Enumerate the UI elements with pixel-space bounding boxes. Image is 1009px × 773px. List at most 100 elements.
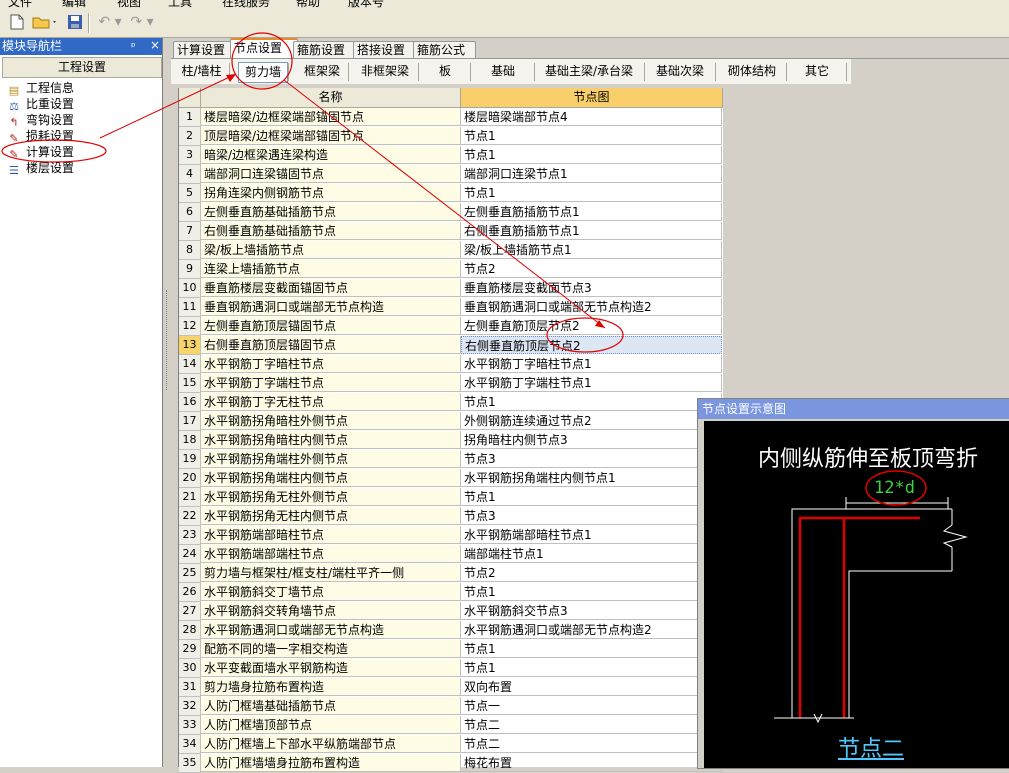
row-node-cell[interactable]: 梅花布置	[461, 754, 722, 772]
row-number[interactable]: 29	[179, 640, 201, 659]
row-number[interactable]: 30	[179, 659, 201, 678]
table-row[interactable]: 20 水平钢筋拐角端柱内侧节点 水平钢筋拐角端柱内侧节点1	[179, 469, 723, 488]
table-row[interactable]: 26 水平钢筋斜交丁墙节点 节点1	[179, 583, 723, 602]
row-number[interactable]: 8	[179, 241, 201, 260]
table-row[interactable]: 17 水平钢筋拐角暗柱外侧节点 外侧钢筋连续通过节点2	[179, 412, 723, 431]
row-number[interactable]: 9	[179, 260, 201, 279]
table-row[interactable]: 21 水平钢筋拐角无柱外侧节点 节点1	[179, 488, 723, 507]
row-number[interactable]: 26	[179, 583, 201, 602]
table-row[interactable]: 34 人防门框墙上下部水平纵筋端部节点 节点二	[179, 735, 723, 754]
menu-view[interactable]: 视图	[117, 0, 141, 8]
row-node-cell[interactable]: 外侧钢筋连续通过节点2	[461, 412, 722, 430]
row-node-cell[interactable]: 节点1	[461, 393, 722, 411]
row-number[interactable]: 31	[179, 678, 201, 697]
nav-item-1[interactable]: ⚖ 比重设置	[6, 96, 74, 113]
row-node-cell[interactable]: 左侧垂直筋插筋节点1	[461, 203, 722, 221]
row-number[interactable]: 35	[179, 754, 201, 773]
table-row[interactable]: 23 水平钢筋端部暗柱节点 水平钢筋端部暗柱节点1	[179, 526, 723, 545]
row-number[interactable]: 10	[179, 279, 201, 298]
row-number[interactable]: 11	[179, 298, 201, 317]
row-node-cell[interactable]: 节点1	[461, 640, 722, 658]
row-node-cell[interactable]: 节点1	[461, 127, 722, 145]
row-node-cell[interactable]: 节点1	[461, 659, 722, 677]
row-number[interactable]: 1	[179, 108, 201, 127]
row-number[interactable]: 3	[179, 146, 201, 165]
row-number[interactable]: 24	[179, 545, 201, 564]
table-row[interactable]: 13 右侧垂直筋顶层锚固节点 右侧垂直筋顶层节点2	[179, 336, 723, 355]
tab-3[interactable]: 搭接设置	[353, 41, 418, 59]
table-row[interactable]: 7 右侧垂直筋基础插筋节点 右侧垂直筋插筋节点1	[179, 222, 723, 241]
nav-item-0[interactable]: ▤ 工程信息	[6, 80, 74, 97]
row-number[interactable]: 7	[179, 222, 201, 241]
table-row[interactable]: 29 配筋不同的墙一字相交构造 节点1	[179, 640, 723, 659]
row-node-cell[interactable]: 水平钢筋遇洞口或端部无节点构造2	[461, 621, 722, 639]
table-row[interactable]: 22 水平钢筋拐角无柱内侧节点 节点3	[179, 507, 723, 526]
row-number[interactable]: 18	[179, 431, 201, 450]
splitter[interactable]	[163, 38, 171, 767]
row-number[interactable]: 15	[179, 374, 201, 393]
row-node-cell[interactable]: 梁/板上墙插筋节点1	[461, 241, 722, 259]
row-number[interactable]: 6	[179, 203, 201, 222]
subtab-0[interactable]: 柱/墙柱	[176, 62, 227, 81]
row-number[interactable]: 28	[179, 621, 201, 640]
subtab-7[interactable]: 基础次梁	[647, 62, 713, 81]
row-number[interactable]: 25	[179, 564, 201, 583]
row-number[interactable]: 21	[179, 488, 201, 507]
row-number[interactable]: 14	[179, 355, 201, 374]
nav-item-5[interactable]: ☰ 楼层设置	[6, 160, 74, 177]
tab-0[interactable]: 计算设置	[173, 41, 235, 59]
table-row[interactable]: 11 垂直钢筋遇洞口或端部无节点构造 垂直钢筋遇洞口或端部无节点构造2	[179, 298, 723, 317]
redo-icon[interactable]: ↷ ▾	[128, 14, 156, 31]
table-row[interactable]: 35 人防门框墙墙身拉筋布置构造 梅花布置	[179, 754, 723, 773]
subtab-9[interactable]: 其它	[790, 62, 844, 81]
row-number[interactable]: 32	[179, 697, 201, 716]
row-node-cell[interactable]: 节点1	[461, 146, 722, 164]
row-number[interactable]: 23	[179, 526, 201, 545]
row-node-cell[interactable]: 水平钢筋拐角端柱内侧节点1	[461, 469, 722, 487]
row-number[interactable]: 22	[179, 507, 201, 526]
row-node-cell[interactable]: 右侧垂直筋插筋节点1	[461, 222, 722, 240]
name-column-header[interactable]: 名称	[201, 88, 461, 108]
row-node-cell[interactable]: 节点3	[461, 450, 722, 468]
nav-section-header[interactable]: 工程设置	[2, 57, 162, 78]
nav-item-4[interactable]: ✎ 计算设置	[6, 144, 74, 161]
row-number[interactable]: 12	[179, 317, 201, 336]
row-number[interactable]: 4	[179, 165, 201, 184]
row-number[interactable]: 27	[179, 602, 201, 621]
table-row[interactable]: 9 连梁上墙插筋节点 节点2	[179, 260, 723, 279]
row-node-cell[interactable]: 楼层暗梁端部节点4	[461, 108, 722, 126]
table-row[interactable]: 2 顶层暗梁/边框梁端部锚固节点 节点1	[179, 127, 723, 146]
nav-item-3[interactable]: ✎ 损耗设置	[6, 128, 74, 145]
table-row[interactable]: 4 端部洞口连梁锚固节点 端部洞口连梁节点1	[179, 165, 723, 184]
row-node-cell[interactable]: 节点二	[461, 735, 722, 753]
table-row[interactable]: 16 水平钢筋丁字无柱节点 节点1	[179, 393, 723, 412]
table-row[interactable]: 8 梁/板上墙插筋节点 梁/板上墙插筋节点1	[179, 241, 723, 260]
row-node-cell[interactable]: 水平钢筋丁字暗柱节点1	[461, 355, 722, 373]
tab-4[interactable]: 箍筋公式	[413, 41, 476, 59]
row-node-cell[interactable]: 节点1	[461, 583, 722, 601]
menu-online[interactable]: 在线服务	[222, 0, 270, 8]
row-number[interactable]: 2	[179, 127, 201, 146]
row-node-cell[interactable]: 左侧垂直筋顶层节点2	[461, 317, 722, 335]
row-node-cell[interactable]: 垂直钢筋遇洞口或端部无节点构造2	[461, 298, 722, 316]
row-node-cell[interactable]: 节点2	[461, 564, 722, 582]
row-node-cell[interactable]: 端部洞口连梁节点1	[461, 165, 722, 183]
new-file-icon[interactable]	[8, 14, 26, 31]
table-row[interactable]: 10 垂直筋楼层变截面锚固节点 垂直筋楼层变截面节点3	[179, 279, 723, 298]
row-node-cell[interactable]: 节点3	[461, 507, 722, 525]
table-row[interactable]: 32 人防门框墙基础插筋节点 节点一	[179, 697, 723, 716]
row-node-cell[interactable]: 右侧垂直筋顶层节点2	[461, 336, 722, 354]
table-row[interactable]: 3 暗梁/边框梁遇连梁构造 节点1	[179, 146, 723, 165]
undo-icon[interactable]: ↶ ▾	[96, 14, 124, 31]
row-number[interactable]: 19	[179, 450, 201, 469]
row-number[interactable]: 13	[179, 336, 201, 355]
table-row[interactable]: 6 左侧垂直筋基础插筋节点 左侧垂直筋插筋节点1	[179, 203, 723, 222]
table-row[interactable]: 12 左侧垂直筋顶层锚固节点 左侧垂直筋顶层节点2	[179, 317, 723, 336]
open-folder-icon[interactable]	[32, 14, 58, 31]
table-row[interactable]: 31 剪力墙身拉筋布置构造 双向布置	[179, 678, 723, 697]
table-row[interactable]: 33 人防门框墙顶部节点 节点二	[179, 716, 723, 735]
node-column-header[interactable]: 节点图	[461, 88, 723, 108]
table-row[interactable]: 18 水平钢筋拐角暗柱内侧节点 拐角暗柱内侧节点3	[179, 431, 723, 450]
row-number[interactable]: 5	[179, 184, 201, 203]
subtab-2[interactable]: 框架梁	[298, 62, 346, 81]
